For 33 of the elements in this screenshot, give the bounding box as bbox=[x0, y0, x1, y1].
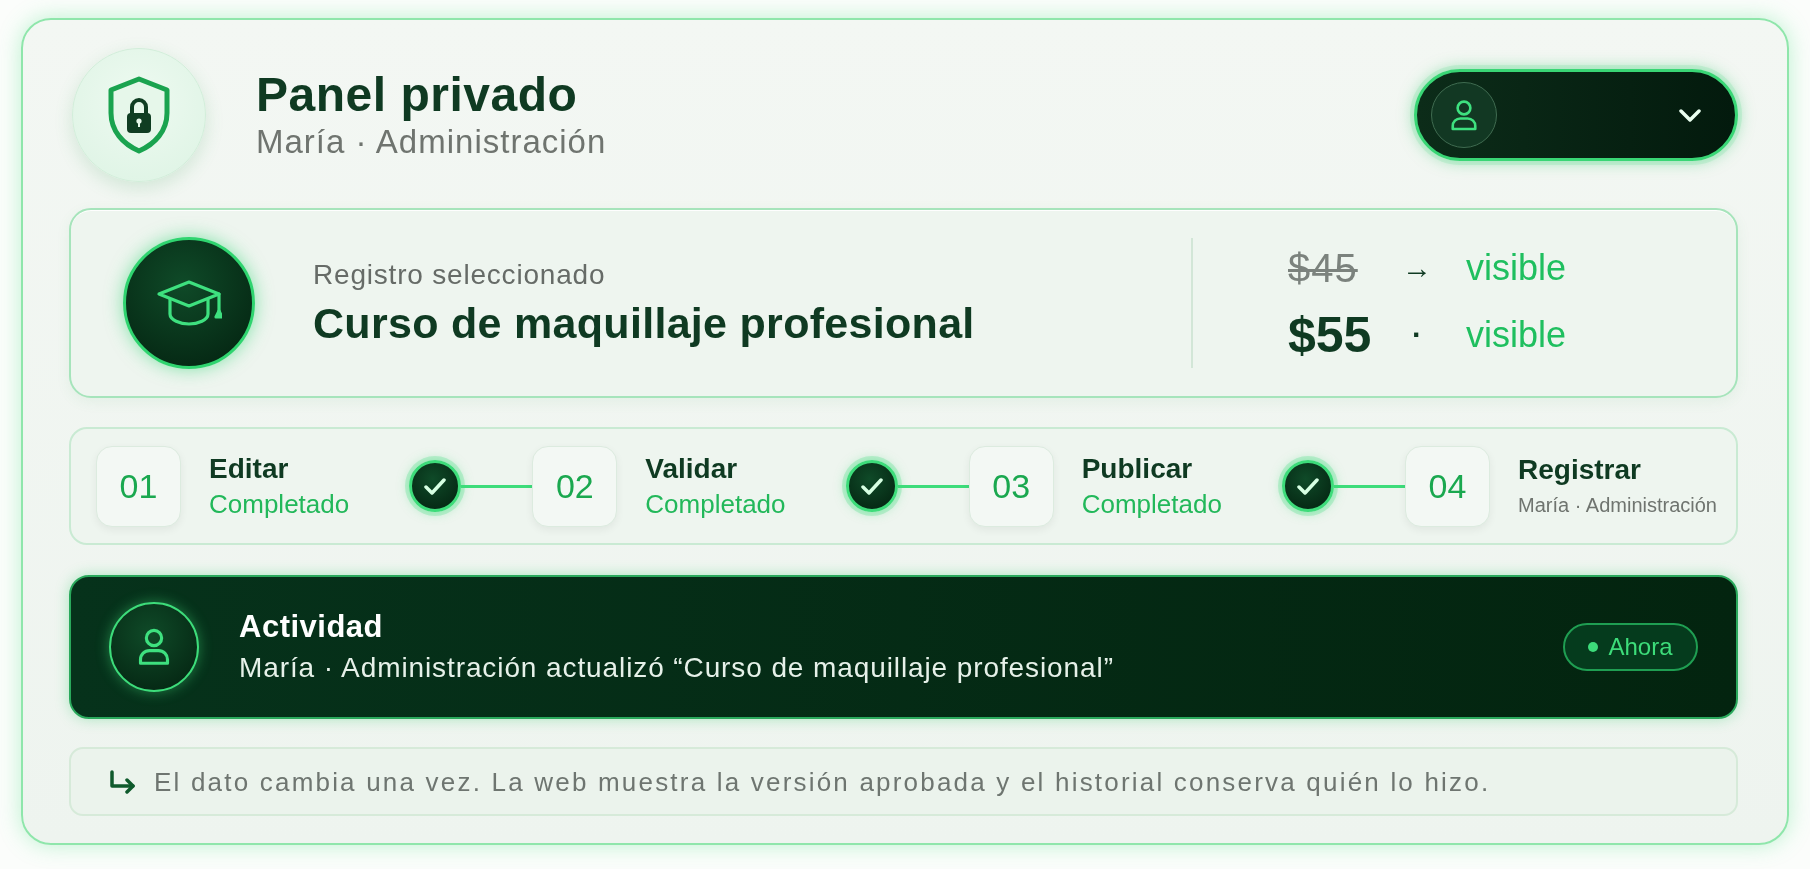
step-number: 01 bbox=[96, 445, 181, 527]
activity-message: María · Administración actualizó “Curso de maquillaje profesional” bbox=[239, 651, 1115, 685]
record-title: Curso de maquillaje profesional bbox=[313, 298, 976, 348]
page-title: Panel privado bbox=[256, 68, 579, 122]
step-number: 02 bbox=[532, 445, 618, 527]
step-status: María · Administración bbox=[1518, 493, 1717, 518]
step-number: 04 bbox=[1405, 445, 1491, 527]
price-separator: → bbox=[1402, 250, 1432, 286]
graduation-cap-icon bbox=[123, 237, 255, 369]
user-icon bbox=[109, 602, 199, 692]
step-title: Editar bbox=[209, 452, 290, 486]
activity-title: Actividad bbox=[239, 608, 385, 646]
user-menu-button[interactable] bbox=[1414, 69, 1738, 161]
page-subtitle: María · Administración bbox=[256, 122, 607, 162]
visibility-status: visible bbox=[1465, 312, 1568, 357]
step-connector bbox=[897, 484, 969, 488]
step-number: 03 bbox=[968, 445, 1054, 527]
time-label: Ahora bbox=[1608, 632, 1673, 662]
record-label: Registro seleccionado bbox=[313, 258, 607, 292]
step-title: Validar bbox=[645, 452, 739, 486]
step-status: Completado bbox=[209, 488, 350, 520]
new-price: $55 bbox=[1288, 306, 1373, 363]
step-title: Registrar bbox=[1518, 453, 1642, 487]
turn-arrow-icon bbox=[109, 769, 136, 794]
visibility-status: visible bbox=[1465, 245, 1568, 290]
step-status: Completado bbox=[645, 488, 786, 520]
old-price: $45 bbox=[1288, 244, 1359, 292]
step-title: Publicar bbox=[1081, 452, 1194, 486]
step-status: Completado bbox=[1081, 488, 1222, 520]
price-separator: · bbox=[1411, 317, 1423, 353]
step-connector bbox=[461, 484, 533, 488]
user-icon bbox=[1431, 82, 1497, 148]
note-text: El dato cambia una vez. La web muestra la versión aprobada y el historial conserva quién lo hizo. bbox=[154, 765, 1491, 798]
